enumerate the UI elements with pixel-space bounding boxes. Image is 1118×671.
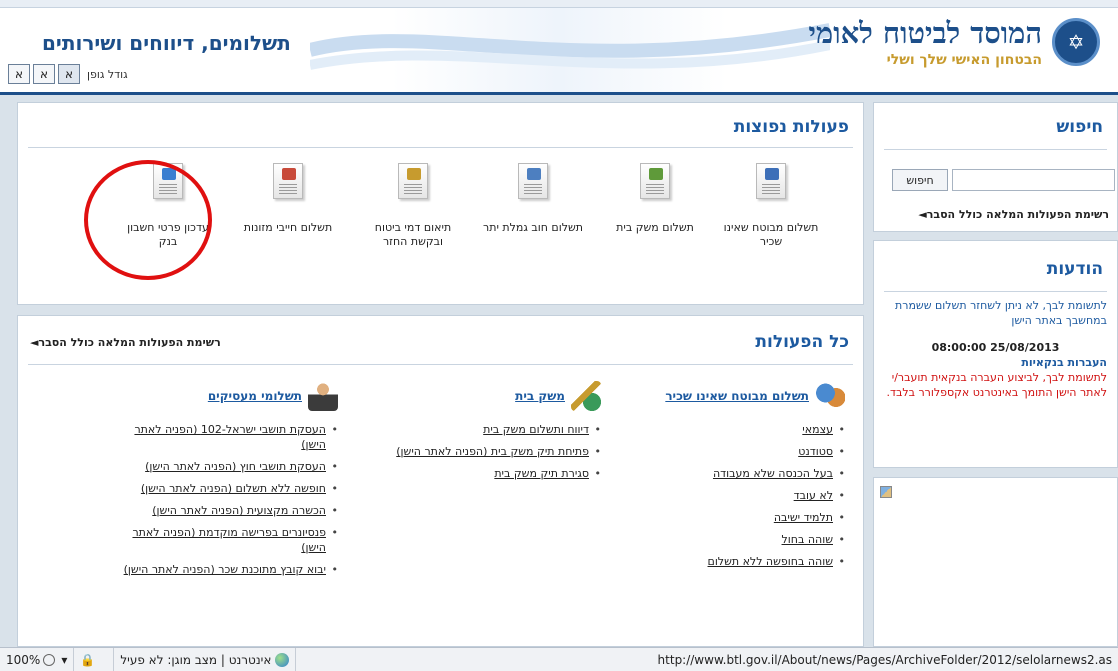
search-title: חיפוש [1056, 117, 1103, 137]
column-title[interactable]: תשלום מבוטח שאינו שכיר [665, 389, 809, 403]
image-box [873, 477, 1118, 647]
font-size-label: גודל גופן [87, 67, 128, 81]
divider [28, 147, 853, 148]
action-household[interactable]: תשלום משק בית [605, 163, 705, 235]
news-item-date: 25/08/2013 08:00:00 [931, 341, 1060, 354]
employer-icon [308, 381, 338, 411]
action-alimony-payment[interactable]: תשלום חייבי מזונות [238, 163, 338, 235]
list-item[interactable]: יבוא קובץ מתוכנת שכר (הפניה לאתר הישן) [113, 562, 338, 577]
font-size-medium-button[interactable]: א [33, 64, 55, 84]
list-item[interactable]: סגירת תיק משק בית [351, 466, 601, 481]
font-size-large-button[interactable]: א [8, 64, 30, 84]
news-body: לתשומת לבך, לא ניתן לשחזר תשלום ששמרת במ… [884, 298, 1107, 400]
search-button[interactable]: חיפוש [892, 169, 948, 191]
action-insurance-coordination[interactable]: תיאום דמי ביטוח ובקשת החזר [363, 163, 463, 249]
site-title: תשלומים, דיווחים ושירותים [42, 31, 291, 55]
action-label: תיאום דמי ביטוח ובקשת החזר [374, 221, 452, 248]
divider [884, 149, 1107, 150]
full-actions-list-link[interactable]: רשימת הפעולות המלאה כולל הסבר◄ [918, 208, 1109, 221]
document-person-icon [273, 163, 303, 199]
chevron-down-icon[interactable]: ▾ [61, 653, 67, 667]
action-label: תשלום חייבי מזונות [243, 221, 333, 234]
action-label: תשלום משק בית [616, 221, 694, 234]
status-url: http://www.btl.gov.il/About/news/Pages/A… [657, 653, 1112, 667]
search-panel: חיפוש חיפוש רשימת הפעולות המלאה כולל הסב… [873, 102, 1118, 232]
list-item[interactable]: חופשה ללא תשלום (הפניה לאתר הישן) [113, 481, 338, 496]
all-actions-panel: כל הפעולות רשימת הפעולות המלאה כולל הסבר… [17, 315, 864, 647]
security-zone-label: אינטרנט | מצב מוגן: לא פעיל [120, 652, 272, 667]
divider [884, 291, 1107, 292]
list-item[interactable]: תלמיד ישיבה [625, 510, 845, 525]
browser-status-bar: 100% ▾ 🔒 אינטרנט | מצב מוגן: לא פעיל htt… [0, 647, 1118, 671]
browser-top-edge [0, 0, 1118, 8]
action-self-employed[interactable]: תשלום מבוטח שאינו שכיר [721, 163, 821, 249]
column-household: משק בית דיווח ותשלום משק בית פתיחת תיק מ… [351, 378, 601, 488]
news-panel: הודעות לתשומת לבך, לא ניתן לשחזר תשלום ש… [873, 240, 1118, 468]
org-slogan: הבטחון האישי שלך ושלי [886, 52, 1042, 68]
header-wave-decoration [310, 23, 830, 70]
action-label: תשלום מבוטח שאינו שכיר [723, 221, 819, 248]
list-item[interactable]: שוהה בחופשה ללא תשלום [625, 554, 845, 569]
list-item[interactable]: העסקת תושבי ישראל-102 (הפניה לאתר הישן) [113, 422, 338, 452]
list-item[interactable]: סטודנט [625, 444, 845, 459]
list-item[interactable]: לא עובד [625, 488, 845, 503]
font-size-tools: א א א גודל גופן [8, 62, 128, 86]
document-broom-icon [640, 163, 670, 199]
highlight-circle [84, 160, 212, 280]
document-people-icon [518, 163, 548, 199]
zoom-icon [43, 653, 56, 666]
list-item[interactable]: העסקת תושבי חוץ (הפניה לאתר הישן) [113, 459, 338, 474]
people-icon [815, 381, 845, 411]
all-actions-title: כל הפעולות [755, 332, 849, 352]
search-input[interactable] [952, 169, 1115, 191]
btl-logo-icon[interactable]: ✡ [1052, 18, 1100, 66]
zoom-control[interactable]: 100% ▾ [0, 647, 75, 671]
font-size-small-button[interactable]: א [58, 64, 80, 84]
list-item[interactable]: שוהה בחול [625, 532, 845, 547]
zoom-level: 100% [6, 652, 41, 667]
cleaning-tools-icon [571, 381, 601, 411]
list-item[interactable]: פתיחת תיק משק בית (הפניה לאתר הישן) [351, 444, 601, 459]
full-actions-list-link[interactable]: רשימת הפעולות המלאה כולל הסבר◄ [30, 336, 221, 349]
security-icon[interactable]: 🔒 [74, 647, 115, 671]
security-zone[interactable]: אינטרנט | מצב מוגן: לא פעיל [114, 647, 297, 671]
column-title[interactable]: משק בית [515, 389, 565, 403]
popular-actions-title: פעולות נפוצות [733, 117, 849, 137]
news-title: הודעות [1046, 259, 1103, 279]
news-item-text: לתשומת לבך, לא ניתן לשחזר תשלום ששמרת במ… [895, 299, 1107, 327]
action-overpayment-debt[interactable]: תשלום חוב גמלת יתר [483, 163, 583, 235]
list-item[interactable]: עצמאי [625, 422, 845, 437]
list-item[interactable]: דיווח ותשלום משק בית [351, 422, 601, 437]
broken-image-icon [880, 486, 892, 498]
document-transfer-icon [398, 163, 428, 199]
org-name[interactable]: המוסד לביטוח לאומי [808, 16, 1042, 51]
column-title[interactable]: תשלומי מעסיקים [208, 389, 302, 403]
globe-icon [275, 652, 290, 667]
action-label: תשלום חוב גמלת יתר [483, 221, 583, 234]
divider [28, 364, 853, 365]
document-people-icon [756, 163, 786, 199]
column-self-employed: תשלום מבוטח שאינו שכיר עצמאי סטודנט בעל … [625, 378, 845, 576]
news-item-heading[interactable]: העברות בנקאיות [884, 355, 1107, 370]
site-header: ✡ המוסד לביטוח לאומי הבטחון האישי שלך וש… [0, 0, 1118, 95]
list-item[interactable]: בעל הכנסה שלא מעבודה [625, 466, 845, 481]
list-item[interactable]: הכשרה מקצועית (הפניה לאתר הישן) [113, 503, 338, 518]
list-item[interactable]: פנסיונרים בפרישה מוקדמת (הפניה לאתר הישן… [113, 525, 338, 555]
news-item-alert: לתשומת לבך, לביצוע העברה בנקאית תועבר/י … [886, 371, 1107, 399]
column-employers: תשלומי מעסיקים העסקת תושבי ישראל-102 (הפ… [113, 378, 338, 584]
